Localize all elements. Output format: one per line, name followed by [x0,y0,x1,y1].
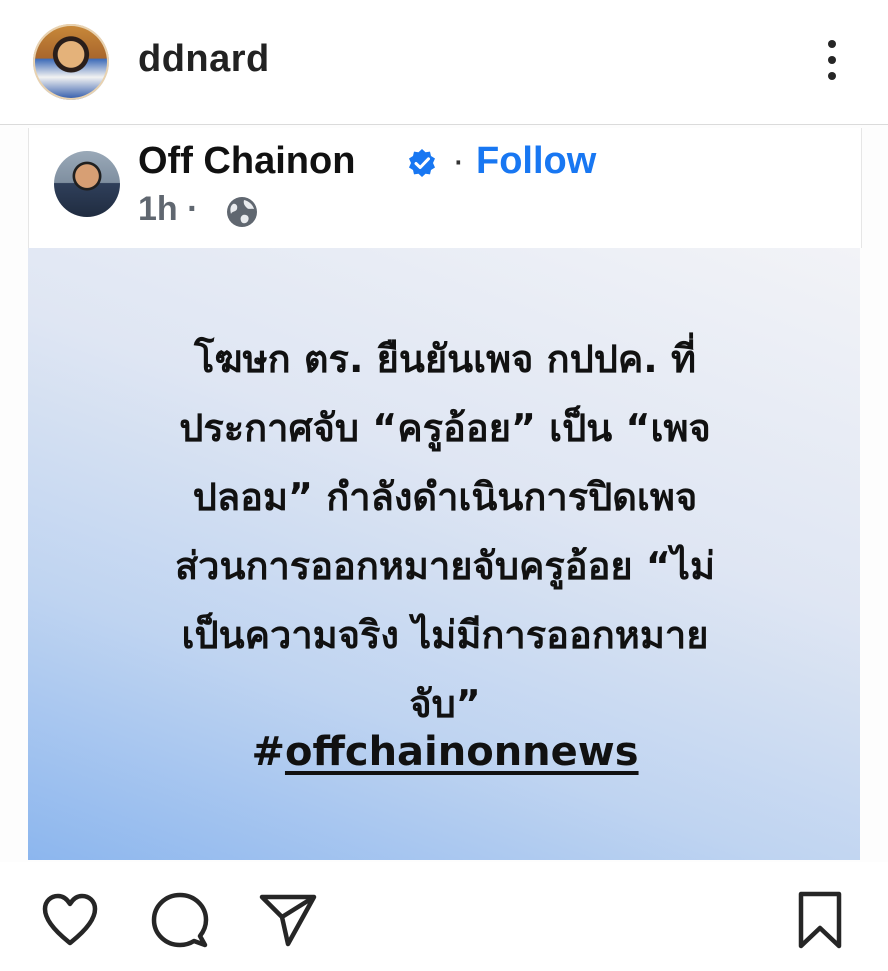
comment-icon[interactable] [150,890,210,950]
send-icon[interactable] [258,892,318,948]
quote-line: ปลอม” กำลังดำเนินการปิดเพจ [192,475,698,519]
post-header: ddnard [0,0,888,124]
follow-link: Follow [476,140,597,182]
quote-line: โฆษก ตร. ยืนยันเพจ กปปค. ที่ [193,337,697,381]
heart-icon[interactable] [40,892,100,948]
embedded-author-name: Off Chainon [138,140,356,182]
bookmark-icon[interactable] [796,890,844,950]
more-vertical-icon[interactable] [820,40,844,84]
hashtag-text: offchainonnews [284,729,639,775]
separator-dot: · [452,140,465,182]
action-bar [0,862,888,971]
verified-badge-icon [409,149,435,177]
quote-line: ประกาศจับ “ครูอ้อย” เป็น “เพจ [179,406,711,450]
quote-line: ส่วนการออกหมายจับครูอ้อย “ไม่ [174,544,716,588]
embedded-author-avatar [54,151,120,217]
user-avatar[interactable] [33,24,109,100]
embedded-timestamp: 1h · [138,190,199,228]
quote-line: เป็นความจริง ไม่มีการออกหมาย [181,613,709,657]
quote-text: โฆษก ตร. ยืนยันเพจ กปปค. ที่ ประกาศจับ “… [60,325,830,739]
hashtag-symbol: # [251,729,285,775]
hashtag: #offchainonnews [60,729,830,775]
globe-icon [227,197,257,227]
username[interactable]: ddnard [138,38,270,81]
